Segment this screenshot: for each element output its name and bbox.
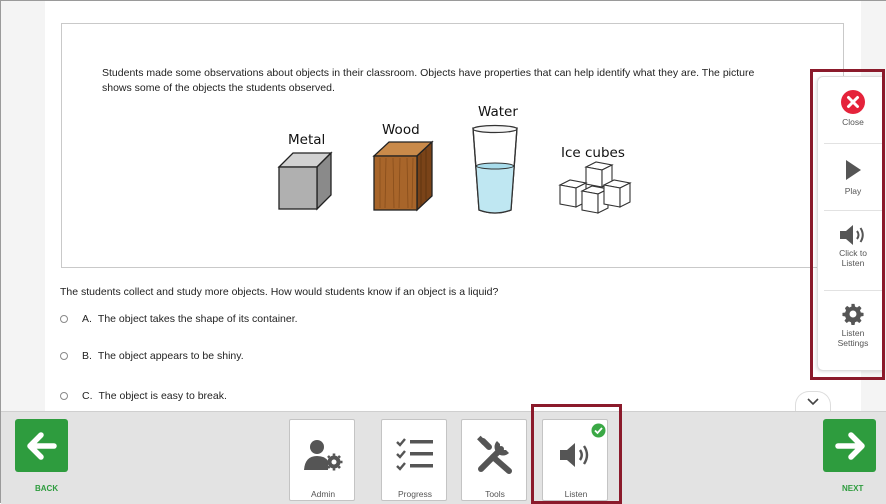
radio-c[interactable]	[60, 392, 68, 400]
bottom-toolbar: BACK Admin Progress Tools Listen NEXT	[1, 411, 886, 504]
question-text: The students collect and study more obje…	[60, 286, 499, 298]
progress-button[interactable]: Progress	[381, 419, 447, 501]
speaker-icon	[840, 225, 864, 245]
close-icon	[841, 90, 865, 114]
label-ice-cubes: Ice cubes	[561, 145, 625, 161]
stimulus-text: Students made some observations about ob…	[102, 67, 755, 94]
tools-label: Tools	[485, 489, 505, 499]
radio-b[interactable]	[60, 352, 68, 360]
next-label: NEXT	[842, 484, 864, 493]
play-label: Play	[844, 186, 862, 196]
app-frame: Students made some observations about ob…	[0, 0, 886, 504]
play-button[interactable]: Play	[824, 159, 882, 196]
radio-a[interactable]	[60, 315, 68, 323]
listen-button[interactable]: Listen	[542, 419, 608, 501]
option-text: The object appears to be shiny.	[97, 350, 244, 362]
content-area: Students made some observations about ob…	[1, 1, 886, 413]
label-wood: Wood	[382, 122, 420, 138]
tools-button[interactable]: Tools	[461, 419, 527, 501]
stimulus-box: Students made some observations about ob…	[61, 23, 844, 268]
listen-label: Listen	[564, 489, 588, 499]
play-icon	[846, 160, 861, 180]
arrow-left-icon	[26, 431, 57, 460]
speaker-icon	[560, 443, 589, 467]
option-letter: B.	[82, 350, 92, 362]
next-button[interactable]	[823, 419, 876, 472]
chevron-down-icon	[807, 398, 819, 406]
wood-cube-image	[372, 140, 434, 212]
gear-icon	[842, 303, 864, 325]
listen-settings-button[interactable]: Listen Settings	[824, 303, 882, 348]
option-a[interactable]: A. The object takes the shape of its con…	[60, 311, 298, 327]
tools-icon	[477, 435, 512, 474]
progress-label: Progress	[397, 489, 432, 499]
option-letter: A.	[82, 313, 92, 325]
water-glass-image	[472, 124, 518, 214]
option-text: The object is easy to break.	[98, 390, 227, 402]
option-letter: C.	[82, 390, 93, 402]
metal-cube-image	[277, 151, 333, 211]
option-c[interactable]: C. The object is easy to break.	[60, 388, 227, 404]
checklist-icon	[396, 438, 433, 471]
arrow-right-icon	[834, 431, 865, 460]
admin-button[interactable]: Admin	[289, 419, 355, 501]
label-metal: Metal	[288, 132, 326, 148]
item-page: Students made some observations about ob…	[45, 1, 861, 413]
scroll-down-button[interactable]	[795, 391, 831, 413]
listen-panel: Close Play Click to Listen Listen Settin…	[817, 76, 885, 371]
ice-cubes-image	[558, 161, 632, 214]
option-text: The object takes the shape of its contai…	[97, 313, 298, 325]
divider	[824, 143, 882, 144]
click-to-listen-label: Click to Listen	[839, 248, 867, 268]
admin-icon	[304, 440, 343, 471]
divider	[824, 290, 882, 291]
back-label: BACK	[35, 484, 59, 493]
back-button[interactable]	[15, 419, 68, 472]
close-label: Close	[842, 117, 864, 127]
listen-settings-label: Listen Settings	[837, 328, 869, 348]
admin-label: Admin	[310, 489, 336, 499]
label-water: Water	[478, 104, 518, 120]
option-b[interactable]: B. The object appears to be shiny.	[60, 348, 244, 364]
close-button[interactable]: Close	[824, 89, 882, 127]
checkmark-badge-icon	[591, 423, 606, 438]
divider	[824, 210, 882, 211]
click-to-listen-button[interactable]: Click to Listen	[824, 223, 882, 268]
